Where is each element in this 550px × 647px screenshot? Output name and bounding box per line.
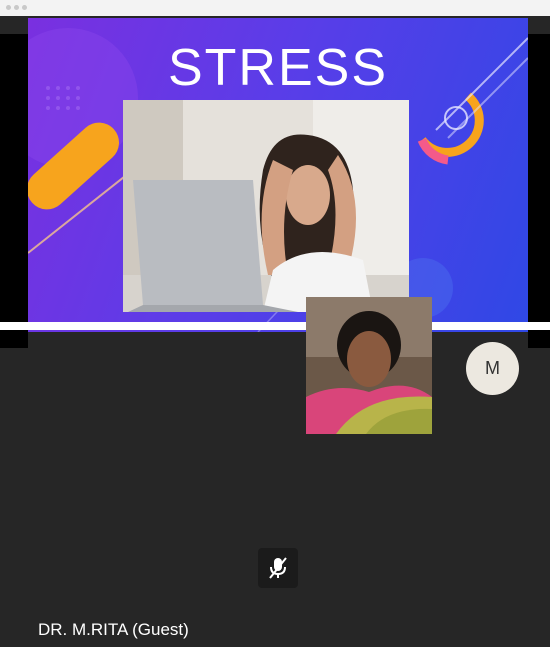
speaker-name-label: DR. M.RITA (Guest) <box>38 620 189 639</box>
browser-toolbar <box>0 0 550 17</box>
window-dot <box>14 5 19 10</box>
window-controls <box>6 5 27 10</box>
slide-title: STRESS <box>167 39 389 97</box>
slide-left-letterbox <box>0 34 28 348</box>
woman-at-laptop-illustration <box>123 100 409 312</box>
participant-video-tile[interactable] <box>306 297 432 434</box>
participant-avatar[interactable]: M <box>466 342 519 395</box>
slide-right-letterbox <box>528 34 550 348</box>
window-dot <box>22 5 27 10</box>
avatar-initial: M <box>485 358 500 378</box>
window-dot <box>6 5 11 10</box>
mic-off-glyph <box>269 557 287 579</box>
participant-video-illustration <box>306 297 432 434</box>
stress-photo <box>123 100 409 312</box>
presentation-slide: STRESS <box>28 18 528 332</box>
slide-bottom-border <box>0 322 550 330</box>
microphone-muted-icon[interactable] <box>258 548 298 588</box>
